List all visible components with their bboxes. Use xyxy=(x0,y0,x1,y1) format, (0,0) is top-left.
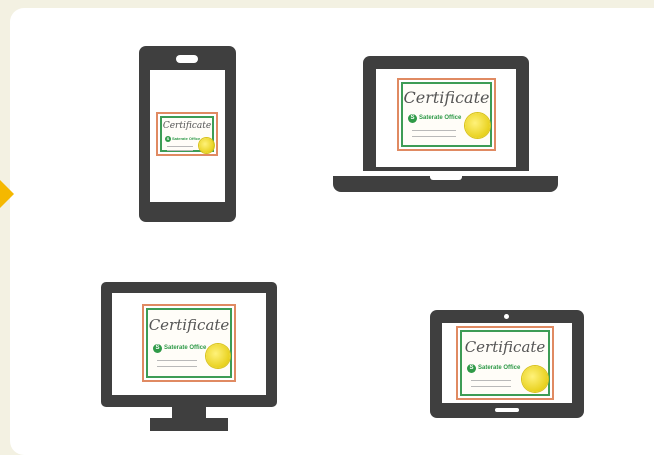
certificate: Certificate S Saterate Office xyxy=(156,112,218,156)
seal-icon xyxy=(199,138,214,153)
certificate-title: Certificate xyxy=(403,88,490,107)
logo-icon: S xyxy=(165,136,171,142)
smartphone-screen: Certificate S Saterate Office xyxy=(150,70,225,202)
signature-line xyxy=(167,150,193,151)
seal-icon xyxy=(206,344,230,368)
certificate-title: Certificate xyxy=(162,121,212,131)
laptop-base xyxy=(333,176,558,192)
signature-line xyxy=(471,386,511,387)
logo-icon: S xyxy=(153,344,162,353)
arrow-icon xyxy=(0,168,14,220)
monitor: Certificate S Saterate Office xyxy=(101,282,277,407)
logo-icon: S xyxy=(408,114,417,123)
signature-line xyxy=(157,366,197,367)
logo-icon: S xyxy=(467,364,476,373)
signature-line xyxy=(167,146,193,147)
monitor-screen: Certificate S Saterate Office xyxy=(112,293,266,395)
camera-icon xyxy=(504,314,509,319)
tablet-screen: Certificate S Saterate Office xyxy=(442,323,572,403)
monitor-foot xyxy=(150,418,228,431)
trackpad-notch xyxy=(430,176,462,180)
laptop-lid: Certificate S Saterate Office xyxy=(363,56,529,171)
home-button xyxy=(495,408,519,412)
certificate-title: Certificate xyxy=(148,316,230,334)
seal-icon xyxy=(465,113,490,138)
signature-line xyxy=(412,130,456,131)
laptop-screen: Certificate S Saterate Office xyxy=(376,69,516,167)
tablet: Certificate S Saterate Office xyxy=(430,310,584,418)
certificate: Certificate S Saterate Office xyxy=(456,326,554,400)
logo-text: Saterate Office xyxy=(164,345,207,351)
logo-text: Saterate Office xyxy=(478,365,521,371)
certificate: Certificate S Saterate Office xyxy=(142,304,236,382)
speaker-icon xyxy=(176,55,198,63)
signature-line xyxy=(157,360,197,361)
logo-text: Saterate Office xyxy=(172,136,201,141)
seal-icon xyxy=(522,366,548,392)
smartphone: Certificate S Saterate Office xyxy=(139,46,236,222)
certificate: Certificate S Saterate Office xyxy=(397,78,496,151)
signature-line xyxy=(471,380,511,381)
signature-line xyxy=(412,136,456,137)
certificate-title: Certificate xyxy=(464,338,546,356)
logo-text: Saterate Office xyxy=(419,115,462,121)
